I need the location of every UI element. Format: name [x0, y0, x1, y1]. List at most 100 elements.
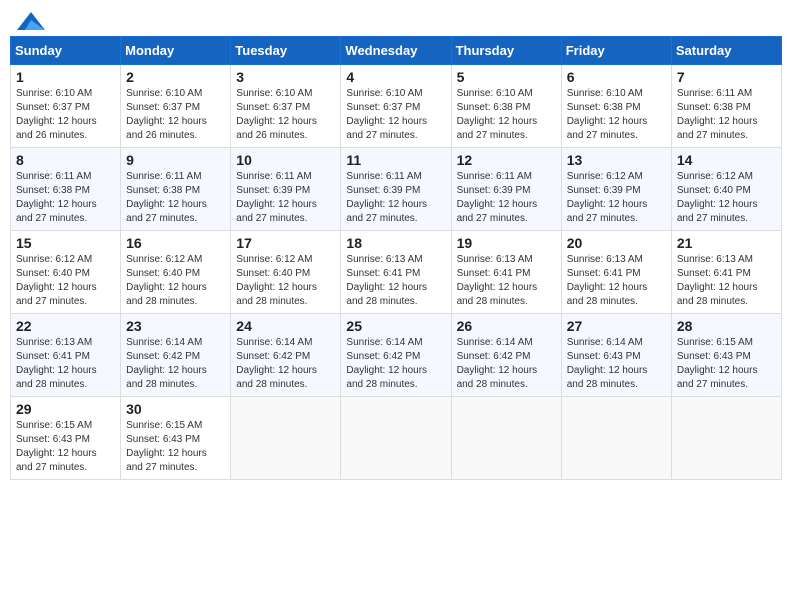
day-detail: Sunrise: 6:11 AMSunset: 6:39 PMDaylight:…: [236, 170, 335, 226]
calendar-week-row: 1 Sunrise: 6:10 AMSunset: 6:37 PMDaylight…: [11, 65, 782, 148]
calendar-cell: 13 Sunrise: 6:12 AMSunset: 6:39 PMDayligh…: [561, 148, 671, 231]
day-detail: Sunrise: 6:14 AMSunset: 6:43 PMDaylight:…: [567, 336, 666, 392]
day-detail: Sunrise: 6:11 AMSunset: 6:38 PMDaylight:…: [677, 87, 776, 143]
day-number: 16: [126, 235, 225, 251]
day-detail: Sunrise: 6:12 AMSunset: 6:40 PMDaylight:…: [16, 253, 115, 309]
calendar-cell: 5Sunrise: 6:10 AMSunset: 6:38 PMDaylight…: [451, 65, 561, 148]
day-detail: Sunrise: 6:11 AMSunset: 6:38 PMDaylight:…: [126, 170, 225, 226]
calendar-cell: 21 Sunrise: 6:13 AMSunset: 6:41 PMDayligh…: [671, 231, 781, 314]
day-detail: Sunrise: 6:13 AMSunset: 6:41 PMDaylight:…: [16, 336, 115, 392]
calendar-cell: 16 Sunrise: 6:12 AMSunset: 6:40 PMDayligh…: [121, 231, 231, 314]
calendar-header-row: SundayMondayTuesdayWednesdayThursdayFrid…: [11, 37, 782, 65]
calendar-week-row: 8 Sunrise: 6:11 AMSunset: 6:38 PMDaylight…: [11, 148, 782, 231]
weekday-header: Friday: [561, 37, 671, 65]
day-number: 20: [567, 235, 666, 251]
day-number: 6: [567, 69, 666, 85]
calendar-cell: 23Sunrise: 6:14 AMSunset: 6:42 PMDayligh…: [121, 314, 231, 397]
day-number: 28: [677, 318, 776, 334]
day-detail: Sunrise: 6:15 AMSunset: 6:43 PMDaylight:…: [677, 336, 776, 392]
day-number: 21: [677, 235, 776, 251]
day-number: 30: [126, 401, 225, 417]
calendar-cell: 19 Sunrise: 6:13 AMSunset: 6:41 PMDayligh…: [451, 231, 561, 314]
calendar-cell: 20 Sunrise: 6:13 AMSunset: 6:41 PMDayligh…: [561, 231, 671, 314]
calendar-cell: 1 Sunrise: 6:10 AMSunset: 6:37 PMDaylight…: [11, 65, 121, 148]
weekday-header: Thursday: [451, 37, 561, 65]
day-number: 17: [236, 235, 335, 251]
day-detail: Sunrise: 6:12 AMSunset: 6:40 PMDaylight:…: [677, 170, 776, 226]
calendar-cell: 15 Sunrise: 6:12 AMSunset: 6:40 PMDayligh…: [11, 231, 121, 314]
day-detail: Sunrise: 6:10 AMSunset: 6:38 PMDaylight:…: [567, 87, 666, 143]
calendar-table: SundayMondayTuesdayWednesdayThursdayFrid…: [10, 36, 782, 480]
day-detail: Sunrise: 6:14 AMSunset: 6:42 PMDaylight:…: [236, 336, 335, 392]
day-number: 22: [16, 318, 115, 334]
weekday-header: Saturday: [671, 37, 781, 65]
day-detail: Sunrise: 6:15 AMSunset: 6:43 PMDaylight:…: [16, 419, 115, 475]
calendar-cell: 2Sunrise: 6:10 AMSunset: 6:37 PMDaylight…: [121, 65, 231, 148]
day-detail: Sunrise: 6:10 AMSunset: 6:37 PMDaylight:…: [126, 87, 225, 143]
calendar-cell: [451, 397, 561, 480]
day-detail: Sunrise: 6:12 AMSunset: 6:39 PMDaylight:…: [567, 170, 666, 226]
calendar-cell: 3 Sunrise: 6:10 AMSunset: 6:37 PMDaylight…: [231, 65, 341, 148]
calendar-cell: 25 Sunrise: 6:14 AMSunset: 6:42 PMDayligh…: [341, 314, 451, 397]
day-detail: Sunrise: 6:13 AMSunset: 6:41 PMDaylight:…: [346, 253, 445, 309]
calendar-week-row: 29 Sunrise: 6:15 AMSunset: 6:43 PMDayligh…: [11, 397, 782, 480]
day-detail: Sunrise: 6:12 AMSunset: 6:40 PMDaylight:…: [236, 253, 335, 309]
calendar-cell: 14 Sunrise: 6:12 AMSunset: 6:40 PMDayligh…: [671, 148, 781, 231]
calendar-cell: [561, 397, 671, 480]
calendar-cell: 30 Sunrise: 6:15 AMSunset: 6:43 PMDayligh…: [121, 397, 231, 480]
day-detail: Sunrise: 6:10 AMSunset: 6:37 PMDaylight:…: [236, 87, 335, 143]
day-number: 19: [457, 235, 556, 251]
weekday-header: Sunday: [11, 37, 121, 65]
weekday-header: Tuesday: [231, 37, 341, 65]
calendar-cell: 8 Sunrise: 6:11 AMSunset: 6:38 PMDaylight…: [11, 148, 121, 231]
calendar-cell: 26Sunrise: 6:14 AMSunset: 6:42 PMDayligh…: [451, 314, 561, 397]
calendar-week-row: 15 Sunrise: 6:12 AMSunset: 6:40 PMDayligh…: [11, 231, 782, 314]
day-detail: Sunrise: 6:15 AMSunset: 6:43 PMDaylight:…: [126, 419, 225, 475]
day-number: 24: [236, 318, 335, 334]
day-number: 8: [16, 152, 115, 168]
calendar-cell: [341, 397, 451, 480]
calendar-cell: 12Sunrise: 6:11 AMSunset: 6:39 PMDayligh…: [451, 148, 561, 231]
day-number: 23: [126, 318, 225, 334]
day-number: 29: [16, 401, 115, 417]
day-number: 15: [16, 235, 115, 251]
day-number: 4: [346, 69, 445, 85]
day-detail: Sunrise: 6:10 AMSunset: 6:38 PMDaylight:…: [457, 87, 556, 143]
day-detail: Sunrise: 6:11 AMSunset: 6:38 PMDaylight:…: [16, 170, 115, 226]
calendar-cell: 4Sunrise: 6:10 AMSunset: 6:37 PMDaylight…: [341, 65, 451, 148]
calendar-cell: 29 Sunrise: 6:15 AMSunset: 6:43 PMDayligh…: [11, 397, 121, 480]
weekday-header: Wednesday: [341, 37, 451, 65]
day-detail: Sunrise: 6:11 AMSunset: 6:39 PMDaylight:…: [346, 170, 445, 226]
day-number: 18: [346, 235, 445, 251]
day-number: 9: [126, 152, 225, 168]
day-detail: Sunrise: 6:13 AMSunset: 6:41 PMDaylight:…: [677, 253, 776, 309]
day-number: 10: [236, 152, 335, 168]
calendar-cell: 6 Sunrise: 6:10 AMSunset: 6:38 PMDaylight…: [561, 65, 671, 148]
day-detail: Sunrise: 6:11 AMSunset: 6:39 PMDaylight:…: [457, 170, 556, 226]
calendar-cell: 11 Sunrise: 6:11 AMSunset: 6:39 PMDayligh…: [341, 148, 451, 231]
day-detail: Sunrise: 6:13 AMSunset: 6:41 PMDaylight:…: [457, 253, 556, 309]
calendar-cell: [231, 397, 341, 480]
calendar-cell: 17 Sunrise: 6:12 AMSunset: 6:40 PMDayligh…: [231, 231, 341, 314]
day-number: 3: [236, 69, 335, 85]
day-detail: Sunrise: 6:13 AMSunset: 6:41 PMDaylight:…: [567, 253, 666, 309]
calendar-week-row: 22 Sunrise: 6:13 AMSunset: 6:41 PMDayligh…: [11, 314, 782, 397]
day-number: 11: [346, 152, 445, 168]
day-number: 27: [567, 318, 666, 334]
logo-icon: [17, 10, 45, 32]
day-number: 26: [457, 318, 556, 334]
day-detail: Sunrise: 6:14 AMSunset: 6:42 PMDaylight:…: [346, 336, 445, 392]
page-header: [10, 10, 782, 28]
calendar-cell: 22 Sunrise: 6:13 AMSunset: 6:41 PMDayligh…: [11, 314, 121, 397]
day-detail: Sunrise: 6:12 AMSunset: 6:40 PMDaylight:…: [126, 253, 225, 309]
day-detail: Sunrise: 6:10 AMSunset: 6:37 PMDaylight:…: [16, 87, 115, 143]
day-number: 14: [677, 152, 776, 168]
weekday-header: Monday: [121, 37, 231, 65]
calendar-cell: [671, 397, 781, 480]
calendar-cell: 10 Sunrise: 6:11 AMSunset: 6:39 PMDayligh…: [231, 148, 341, 231]
day-number: 13: [567, 152, 666, 168]
day-number: 25: [346, 318, 445, 334]
calendar-cell: 28 Sunrise: 6:15 AMSunset: 6:43 PMDayligh…: [671, 314, 781, 397]
day-number: 1: [16, 69, 115, 85]
logo: [14, 10, 45, 28]
